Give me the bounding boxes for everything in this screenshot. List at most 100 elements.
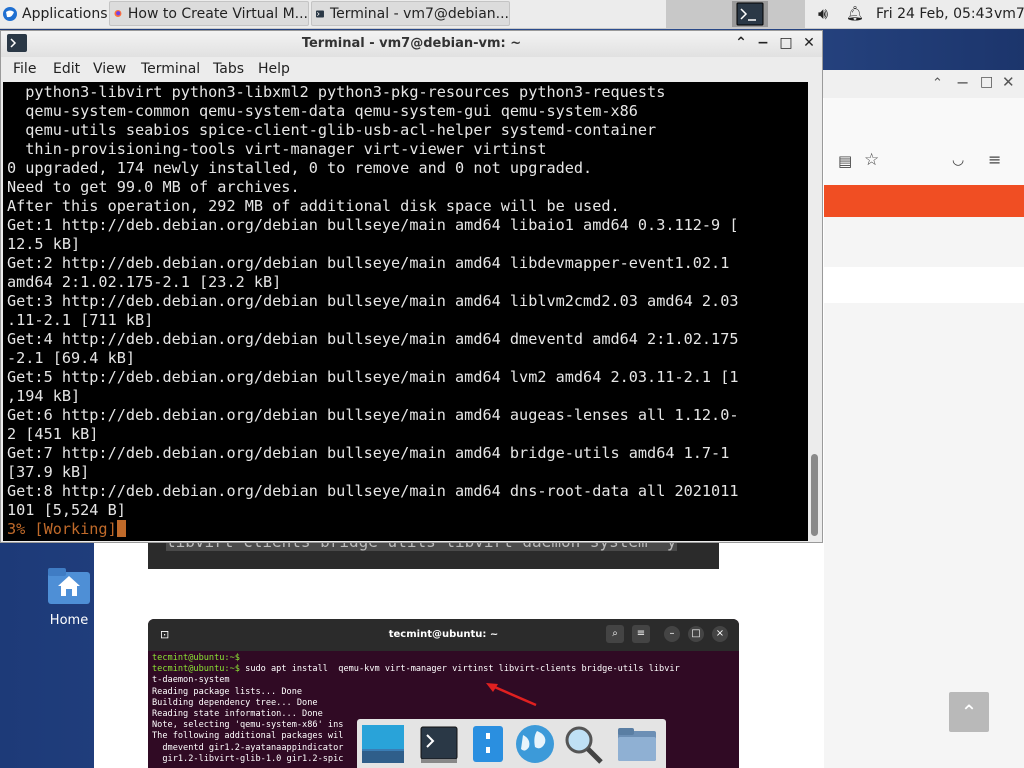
top-panel: Applications How to Create Virtual M... … [0, 0, 1024, 29]
terminal-emulator-icon[interactable] [417, 723, 461, 765]
search-icon[interactable] [561, 723, 605, 765]
embedded-line: Note, selecting 'qemu-system-x86' ins [152, 720, 344, 731]
terminal-line: 12.5 kB] [7, 235, 81, 253]
terminal-line: Get:5 http://deb.debian.org/debian bulls… [7, 368, 739, 386]
taskbar-item-browser[interactable]: How to Create Virtual M... [109, 1, 309, 26]
embedded-line: Reading package lists... Done [152, 686, 303, 697]
terminal-line: [37.9 kB] [7, 463, 90, 481]
terminal-title: Terminal - vm7@debian-vm: ~ [301, 36, 522, 51]
terminal-line: qemu-system-common qemu-system-data qemu… [7, 102, 638, 120]
show-desktop-icon[interactable] [361, 723, 405, 765]
terminal-line: After this operation, 292 MB of addition… [7, 197, 620, 215]
terminal-window: Terminal - vm7@debian-vm: ~ ⌃ − □ ✕ File… [0, 30, 823, 543]
embedded-line: dmeventd gir1.2-ayatanaappindicator [152, 742, 344, 753]
terminal-icon [316, 9, 324, 18]
site-header-bar [824, 185, 1024, 217]
terminal-line: Get:8 http://deb.debian.org/debian bulls… [7, 482, 739, 500]
dock [357, 719, 666, 768]
red-arrow-annotation [486, 683, 537, 707]
applications-menu[interactable]: Applications [2, 0, 108, 28]
user-menu[interactable]: vm7 [994, 0, 1024, 28]
terminal-line: Get:1 http://deb.debian.org/debian bulls… [7, 216, 739, 234]
embedded-command: sudo apt install qemu-kvm virt-manager v… [239, 664, 680, 675]
embedded-close-icon: × [712, 626, 728, 642]
terminal-line: Get:7 http://deb.debian.org/debian bulls… [7, 444, 730, 462]
applications-label: Applications [22, 6, 108, 22]
workspace-active[interactable] [732, 1, 768, 27]
terminal-titlebar[interactable]: Terminal - vm7@debian-vm: ~ ⌃ − □ ✕ [1, 31, 822, 57]
maximize-icon[interactable]: □ [980, 74, 993, 90]
terminal-screen[interactable]: python3-libvirt python3-libxml2 python3-… [3, 82, 808, 541]
terminal-progress-line: 3% [Working] [7, 520, 739, 539]
volume-icon[interactable]: 🔊︎ [818, 0, 828, 28]
terminal-scrollbar-thumb[interactable] [811, 454, 818, 536]
web-browser-icon[interactable] [513, 723, 557, 765]
terminal-line: -2.1 [69.4 kB] [7, 349, 136, 367]
menu-help[interactable]: Help [258, 61, 290, 77]
clock[interactable]: Fri 24 Feb, 05:43 [876, 0, 993, 28]
terminal-line: Get:4 http://deb.debian.org/debian bulls… [7, 330, 739, 348]
embedded-maximize-icon: □ [688, 626, 704, 642]
terminal-line: qemu-utils seabios spice-client-glib-usb… [7, 121, 657, 139]
terminal-output: python3-libvirt python3-libxml2 python3-… [7, 83, 739, 539]
minimize-button[interactable]: − [754, 34, 772, 52]
embedded-terminal-title: tecmint@ubuntu: ~ [388, 629, 499, 640]
firefox-icon [114, 10, 122, 17]
maximize-button[interactable]: □ [777, 34, 795, 52]
terminal-line: 0 upgraded, 174 newly installed, 0 to re… [7, 159, 593, 177]
notification-bell-icon[interactable]: 🔔︎ [846, 0, 864, 28]
embedded-menu-icon: ≡ [632, 625, 650, 643]
reader-view-icon[interactable]: ▤ [838, 152, 852, 170]
embedded-terminal-header: ⊡ tecmint@ubuntu: ~ ⌕ ≡ – □ × [148, 619, 739, 651]
terminal-cursor [116, 520, 126, 537]
embedded-line: gir1.2-libvirt-glib-1.0 gir1.2-spic [152, 753, 344, 764]
embedded-line: t-daemon-system [152, 675, 230, 686]
pocket-icon[interactable]: ◡ [952, 152, 964, 168]
file-manager-icon[interactable] [467, 723, 511, 765]
terminal-line: 101 [5,524 B] [7, 501, 126, 519]
terminal-line: Get:3 http://deb.debian.org/debian bulls… [7, 292, 739, 310]
home-folder-icon[interactable] [46, 566, 92, 606]
xfce-logo-icon [3, 7, 17, 21]
scroll-to-top-button[interactable]: ⌃ [949, 692, 989, 732]
browser-toolbar: ▤ ☆ ◡ ≡ [824, 98, 1024, 185]
menu-edit[interactable]: Edit [53, 61, 80, 77]
terminal-line: python3-libvirt python3-libxml2 python3-… [7, 83, 666, 101]
page-sidebar [824, 217, 1024, 768]
chevron-up-icon[interactable]: ⌃ [732, 34, 750, 52]
terminal-line: 2 [451 kB] [7, 425, 99, 443]
menu-file[interactable]: File [13, 61, 36, 77]
minimize-icon[interactable]: − [956, 73, 969, 92]
menu-view[interactable]: View [93, 61, 126, 77]
home-label[interactable]: Home [40, 613, 98, 628]
terminal-scrollbar[interactable] [808, 82, 822, 541]
chevron-up-icon: ⌃ [960, 700, 978, 724]
embedded-line: Building dependency tree... Done [152, 697, 318, 708]
close-button[interactable]: ✕ [800, 34, 818, 52]
menu-terminal[interactable]: Terminal [141, 61, 200, 77]
embedded-prompt: tecmint@ubuntu:~$ [152, 653, 240, 663]
folder-icon[interactable] [615, 723, 659, 765]
taskbar-item-label: Terminal - vm7@debian... [329, 5, 509, 22]
menu-tabs[interactable]: Tabs [213, 61, 244, 77]
embedded-line: Reading state information... Done [152, 709, 323, 720]
terminal-line: thin-provisioning-tools virt-manager vir… [7, 140, 547, 158]
bookmark-star-icon[interactable]: ☆ [864, 150, 879, 170]
embedded-line: The following additional packages wil [152, 731, 344, 742]
terminal-menubar: File Edit View Terminal Tabs Help [1, 57, 822, 81]
terminal-line: amd64 2:1.02.175-2.1 [23.2 kB] [7, 273, 282, 291]
terminal-line: .11-2.1 [711 kB] [7, 311, 154, 329]
terminal-line: Need to get 99.0 MB of archives. [7, 178, 300, 196]
close-icon[interactable]: ✕ [1002, 73, 1015, 91]
terminal-line: Get:2 http://deb.debian.org/debian bulls… [7, 254, 730, 272]
embedded-minimize-icon: – [664, 626, 680, 642]
taskbar-item-label: How to Create Virtual M... [127, 5, 308, 22]
terminal-line: ,194 kB] [7, 387, 81, 405]
embedded-search-icon: ⌕ [606, 625, 624, 643]
taskbar-item-terminal[interactable]: Terminal - vm7@debian... [311, 1, 510, 26]
terminal-line: Get:6 http://deb.debian.org/debian bulls… [7, 406, 739, 424]
chevron-up-icon[interactable]: ⌃ [932, 76, 943, 91]
workspace-switcher[interactable] [666, 0, 805, 28]
hamburger-menu-icon[interactable]: ≡ [988, 150, 1001, 169]
embedded-prompt: tecmint@ubuntu:~$ [152, 664, 240, 675]
